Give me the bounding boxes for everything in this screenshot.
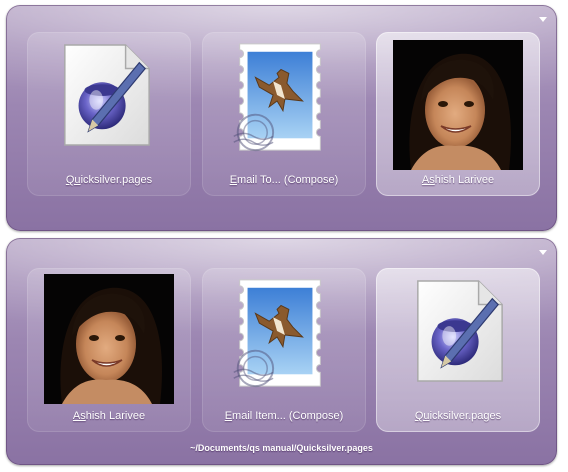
indirect-object-label: Quicksilver.pages (414, 410, 502, 422)
qs-interface-panel: Quicksilver.pages Email To... (Compose) … (6, 5, 557, 231)
action-label: Email To... (Compose) (229, 174, 339, 186)
action-pane[interactable]: Email Item... (Compose) (202, 268, 366, 432)
menu-arrow-icon[interactable] (539, 17, 547, 22)
action-label: Email Item... (Compose) (224, 410, 344, 422)
pages-document-icon (410, 276, 508, 386)
contact-photo (393, 40, 523, 170)
qs-interface-panel-alternate: Ashish Larivee Email Item... (Compose) Q… (6, 238, 557, 465)
direct-object-pane[interactable]: Ashish Larivee (27, 268, 191, 432)
mail-stamp-icon (224, 274, 336, 392)
menu-arrow-icon[interactable] (539, 250, 547, 255)
indirect-object-pane[interactable]: Quicksilver.pages (376, 268, 540, 432)
mail-stamp-icon (224, 38, 336, 156)
direct-object-label: Ashish Larivee (72, 410, 146, 422)
object-path-text: ~/Documents/qs manual/Quicksilver.pages (190, 443, 373, 453)
direct-object-pane[interactable]: Quicksilver.pages (27, 32, 191, 196)
pages-document-icon (57, 40, 155, 150)
indirect-object-label: Ashish Larivee (421, 174, 495, 186)
direct-object-label: Quicksilver.pages (65, 174, 153, 186)
action-pane[interactable]: Email To... (Compose) (202, 32, 366, 196)
contact-photo (44, 274, 174, 404)
indirect-object-pane[interactable]: Ashish Larivee (376, 32, 540, 196)
